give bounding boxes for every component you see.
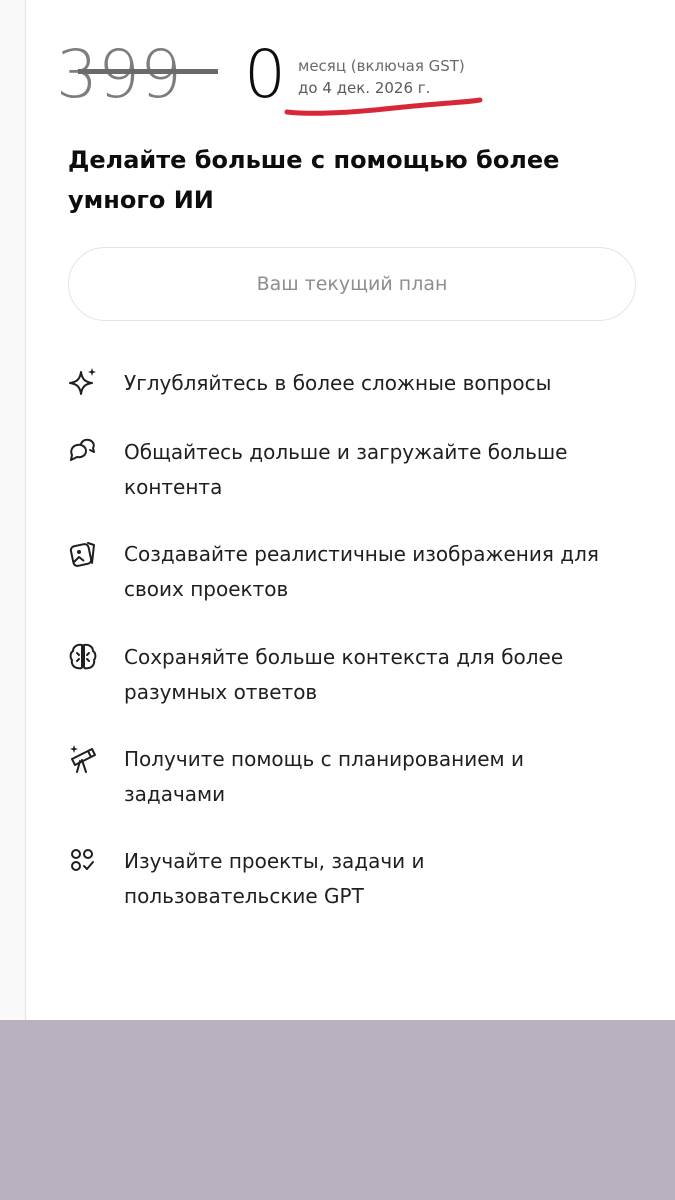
feature-text: Изучайте проекты, задачи и пользовательс… [124,849,425,908]
feature-text: Получите помощь с планированием и задача… [124,747,524,806]
apps-icon [66,844,100,878]
old-price-strikethrough [78,69,218,74]
bottom-overlay-bar [0,1020,675,1200]
red-underline-annotation [284,97,483,116]
sparkles-icon [66,366,100,400]
left-sidebar-edge [0,0,26,1020]
plan-headline: Делайте больше с помощью более умного ИИ [68,146,560,214]
feature-text: Сохраняйте больше контекста для более ра… [124,645,564,704]
period-block: месяц (включая GST) до 4 дек. 2026 г. [298,56,465,100]
current-plan-button[interactable]: Ваш текущий план [68,247,636,321]
new-price: 0 [244,36,286,113]
old-price: 399 [56,36,182,113]
period-label: месяц (включая GST) [298,57,465,75]
feature-text: Углубляйтесь в более сложные вопросы [124,371,552,395]
telescope-icon [66,742,100,776]
chat-bubbles-icon [66,435,100,469]
feature-text: Создавайте реалистичные изображения для … [124,542,599,601]
feature-text: Общайтесь дольше и загружайте больше кон… [124,440,568,499]
brain-icon [66,640,100,674]
image-icon [66,537,100,571]
